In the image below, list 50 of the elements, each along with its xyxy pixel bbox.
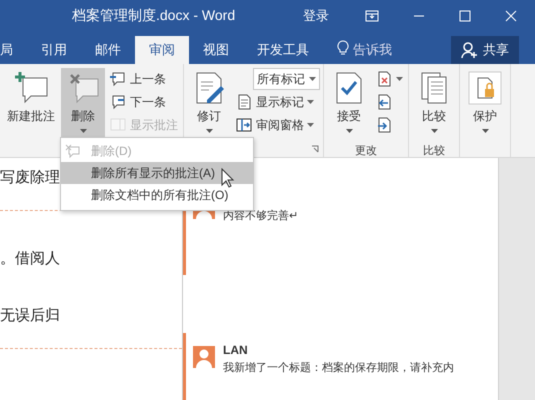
ribbon-button[interactable]: 显示标记 [233, 91, 320, 113]
mouse-cursor-icon [221, 168, 235, 188]
ribbon-button[interactable]: 新建批注 [3, 68, 59, 143]
comment-delete-icon [65, 144, 81, 158]
ribbon-tab[interactable]: 开发工具 [243, 36, 323, 64]
comment-previous-icon [109, 70, 127, 88]
close-icon[interactable] [505, 10, 517, 22]
ribbon-button[interactable]: 审阅窗格 [233, 114, 320, 136]
caret-icon [309, 77, 316, 81]
pane-icon [235, 116, 253, 134]
document-text: 。借阅人 [0, 249, 60, 269]
ribbon-button[interactable]: 比较 [412, 68, 456, 143]
ribbon-button[interactable]: 下一条 [107, 91, 180, 113]
group-label: 更改 [355, 144, 377, 157]
document-text: 写废除理 [0, 168, 60, 188]
sign-in-link[interactable]: 登录 [303, 7, 329, 25]
caret-icon [206, 129, 212, 133]
ribbon-tab[interactable]: 局 [0, 36, 27, 64]
caret-icon [396, 77, 403, 81]
caret-icon [307, 100, 314, 104]
ribbon-display-icon[interactable] [365, 10, 379, 22]
caret-icon [346, 129, 352, 133]
ribbon-tab[interactable]: 邮件 [81, 36, 135, 64]
ribbon-tab[interactable]: 审阅 [135, 36, 189, 64]
document-next-icon [375, 116, 393, 134]
avatar-icon [193, 346, 215, 368]
ribbon-button[interactable]: 接受 [327, 68, 371, 143]
lightbulb-icon [337, 40, 349, 56]
caret-icon [482, 129, 488, 133]
comment-author: LAN [223, 343, 249, 357]
comment-plus-icon [13, 70, 49, 106]
window-title: 档案管理制度.docx - Word [72, 7, 236, 25]
share-button[interactable]: 共享 [451, 36, 519, 64]
ribbon-tab[interactable]: 视图 [189, 36, 243, 64]
caret-icon [80, 129, 86, 133]
document-text: 无误后归 [0, 306, 60, 326]
tell-me-field[interactable]: 告诉我 [353, 36, 392, 64]
ribbon-tab[interactable]: 引用 [27, 36, 81, 64]
markup-dropdown[interactable]: 所有标记 [253, 68, 320, 90]
maximize-icon[interactable] [459, 10, 471, 22]
group-label: 比较 [423, 144, 445, 157]
ribbon-button[interactable]: 保护 [463, 68, 507, 143]
document-lock-icon [467, 70, 503, 106]
ribbon-button[interactable]: 上一条 [107, 68, 180, 90]
caret-icon [430, 129, 438, 133]
comment-text: 我新增了一个标题：档案的保存期限，请补充内 [223, 360, 454, 375]
person-add-icon [461, 41, 479, 59]
menu-item[interactable]: 删除文档中的所有批注(O) [61, 184, 253, 206]
caret-icon [307, 123, 314, 127]
dialog-launcher-icon[interactable] [311, 145, 319, 153]
